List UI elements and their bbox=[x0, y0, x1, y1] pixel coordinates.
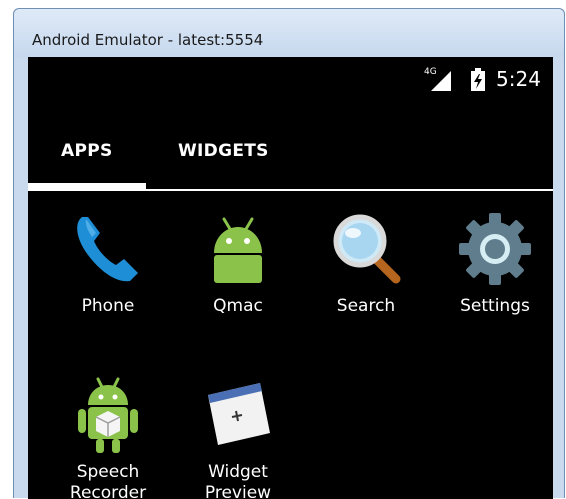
app-label: Phone bbox=[81, 296, 135, 316]
phone-icon bbox=[77, 217, 138, 282]
network-type-label: 4G bbox=[424, 67, 437, 77]
battery-icon bbox=[471, 68, 485, 91]
app-label: Widget Preview bbox=[204, 462, 272, 499]
status-bar: 4G 5:24 bbox=[28, 57, 553, 101]
tab-widgets[interactable]: WIDGETS bbox=[178, 141, 269, 161]
emulator-window: Android Emulator - latest:5554 4G 5:24 A… bbox=[13, 8, 565, 499]
speech-recorder-icon bbox=[78, 377, 138, 453]
magnifier-icon bbox=[333, 214, 401, 284]
app-label: Search bbox=[336, 296, 396, 316]
android-icon bbox=[214, 217, 262, 283]
status-clock: 5:24 bbox=[496, 67, 541, 91]
app-widget-preview[interactable]: Widget Preview bbox=[178, 375, 298, 499]
window-title: Android Emulator - latest:5554 bbox=[32, 31, 264, 49]
app-label: Settings bbox=[460, 296, 530, 316]
tab-divider bbox=[28, 189, 553, 191]
gear-icon bbox=[459, 213, 531, 285]
title-bar[interactable]: Android Emulator - latest:5554 bbox=[14, 9, 564, 57]
app-label: Speech Recorder bbox=[69, 462, 147, 499]
widget-preview-icon bbox=[208, 383, 270, 445]
app-search[interactable]: Search bbox=[306, 209, 426, 317]
app-settings[interactable]: Settings bbox=[435, 209, 553, 317]
device-screen: 4G 5:24 APPS WIDGETS Phone Qmac Search S… bbox=[28, 57, 553, 499]
app-speech-recorder[interactable]: Speech Recorder bbox=[48, 375, 168, 499]
app-phone[interactable]: Phone bbox=[48, 209, 168, 317]
tab-apps[interactable]: APPS bbox=[61, 141, 113, 161]
app-qmac[interactable]: Qmac bbox=[178, 209, 298, 317]
app-label: Qmac bbox=[213, 296, 263, 316]
